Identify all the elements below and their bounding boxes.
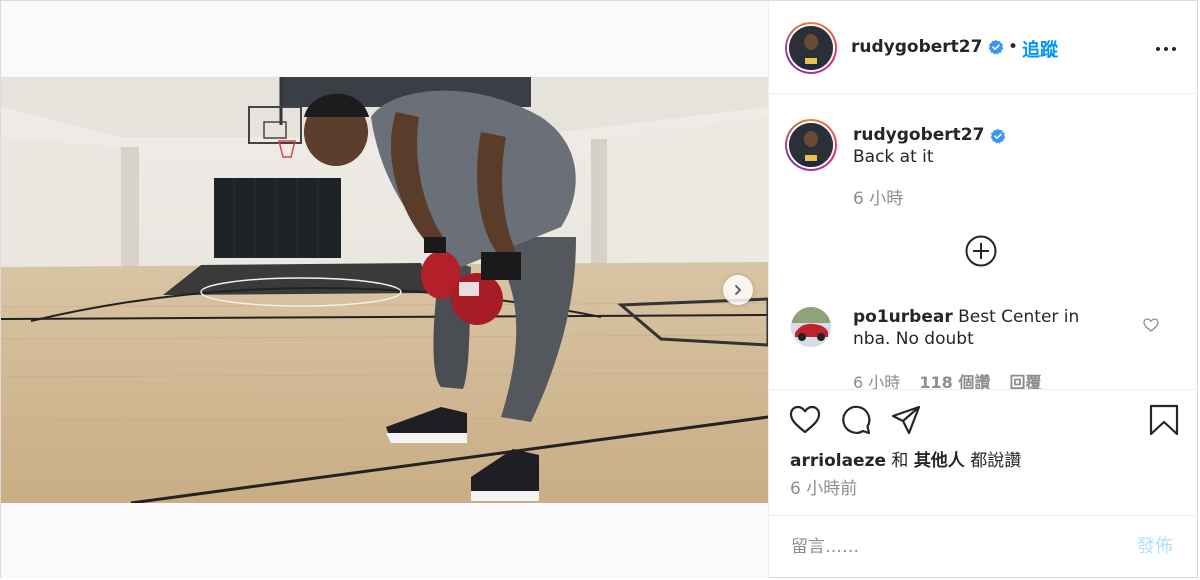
liker-username[interactable]: arriolaeze xyxy=(790,451,886,471)
comment-likes[interactable]: 118 個讚 xyxy=(919,373,990,389)
comment-input[interactable] xyxy=(789,534,1119,560)
commenter-avatar[interactable] xyxy=(791,307,831,347)
next-slide-button[interactable] xyxy=(723,275,753,305)
post-sidebar: rudygobert27 • 追蹤 rudygobert27 Back at i… xyxy=(768,1,1198,578)
author-username-row: rudygobert27 xyxy=(851,37,1004,57)
commenter-username[interactable]: po1urbear xyxy=(853,307,953,327)
header-separator: • xyxy=(1008,37,1019,57)
caption-time: 6 小時 xyxy=(853,189,904,209)
follow-button[interactable]: 追蹤 xyxy=(1022,36,1058,62)
comment-form: 發佈 xyxy=(769,515,1198,578)
verified-badge-icon xyxy=(990,128,1005,144)
verified-badge-icon xyxy=(988,39,1004,55)
heart-icon[interactable] xyxy=(789,404,821,436)
caption-username-row: rudygobert27 xyxy=(853,125,1006,145)
paper-plane-icon[interactable] xyxy=(890,404,922,436)
comment-text: po1urbear Best Center in nba. No doubt xyxy=(853,306,1103,350)
post-header: rudygobert27 • 追蹤 xyxy=(769,1,1198,94)
comment-icon[interactable] xyxy=(840,404,872,436)
caption-username[interactable]: rudygobert27 xyxy=(853,125,984,145)
comments-list[interactable]: rudygobert27 Back at it 6 小時 po1urbear B… xyxy=(769,95,1198,389)
comment-meta: 6 小時 118 個讚 回覆 xyxy=(853,369,1055,389)
bookmark-icon[interactable] xyxy=(1148,404,1180,436)
reply-button[interactable]: 回覆 xyxy=(1009,373,1041,389)
author-avatar[interactable] xyxy=(785,22,837,74)
likes-suffix: 都說讚 xyxy=(970,451,1022,471)
likes-joiner: 和 xyxy=(891,451,909,471)
author-username[interactable]: rudygobert27 xyxy=(851,37,982,57)
likes-summary: arriolaeze 和 其他人 都說讚 xyxy=(790,446,1021,471)
action-bar: arriolaeze 和 其他人 都說讚 6 小時前 xyxy=(769,389,1198,514)
post-comment-button[interactable]: 發佈 xyxy=(1137,532,1173,558)
likes-others-link[interactable]: 其他人 xyxy=(914,451,965,471)
caption-avatar[interactable] xyxy=(785,119,837,171)
post-timestamp: 6 小時前 xyxy=(790,479,858,499)
media-area xyxy=(1,1,768,578)
chevron-right-icon xyxy=(735,285,741,295)
post-photo[interactable] xyxy=(1,77,768,503)
caption-text: Back at it xyxy=(853,147,934,167)
load-more-comments-icon[interactable] xyxy=(965,235,997,267)
comment-time: 6 小時 xyxy=(853,373,901,389)
more-options-icon[interactable] xyxy=(1154,41,1178,57)
comment-like-heart-icon[interactable] xyxy=(1143,317,1159,333)
